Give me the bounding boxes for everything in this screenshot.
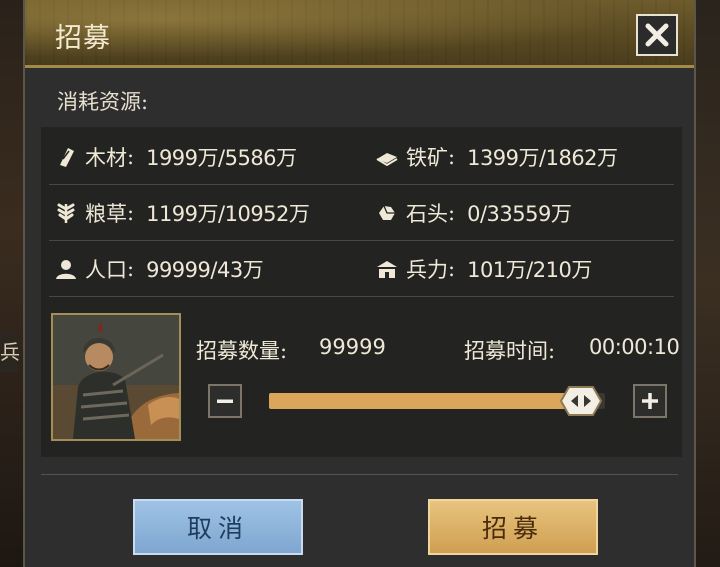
resource-colon: : [448, 201, 456, 225]
resource-colon: : [127, 145, 135, 169]
backdrop-label: 兵 [0, 332, 20, 372]
recruit-dialog: 招募 消耗资源: 木材: 1999万/5586万 铁矿: 1399万/1862万 [23, 0, 696, 567]
resource-iron: 铁矿: 1399万/1862万 [374, 129, 618, 185]
resource-row: 木材: 1999万/5586万 铁矿: 1399万/1862万 [41, 129, 682, 185]
recruit-count-value: 99999 [319, 335, 386, 359]
resource-row: 人口: 99999/43万 兵力: 101万/210万 [41, 241, 682, 297]
resource-value: 101万/210万 [467, 258, 592, 282]
resource-name: 粮草 [85, 202, 127, 226]
resource-colon: : [127, 257, 135, 281]
close-button[interactable] [636, 14, 678, 56]
resource-colon: : [127, 201, 135, 225]
minus-icon [217, 399, 233, 403]
resource-name: 木材 [85, 146, 127, 170]
slider-handle[interactable] [559, 384, 603, 418]
increase-button[interactable] [633, 384, 667, 418]
resource-colon: : [448, 257, 456, 281]
resource-panel: 木材: 1999万/5586万 铁矿: 1399万/1862万 粮草: 1199… [41, 127, 682, 457]
stone-icon [374, 200, 400, 226]
resource-colon: : [448, 145, 456, 169]
resource-name: 兵力 [406, 258, 448, 282]
grain-icon [53, 200, 79, 226]
resource-value: 99999/43万 [146, 258, 264, 282]
resource-name: 人口 [85, 258, 127, 282]
footer-divider [41, 474, 678, 475]
soldier-portrait [51, 313, 181, 441]
iron-ore-icon [374, 144, 400, 170]
resource-stone: 石头: 0/33559万 [374, 185, 572, 241]
close-icon [645, 23, 669, 47]
wood-icon [53, 144, 79, 170]
plus-icon [642, 393, 658, 409]
resource-value: 1399万/1862万 [467, 146, 618, 170]
resource-wood: 木材: 1999万/5586万 [53, 129, 297, 185]
resource-population: 人口: 99999/43万 [53, 241, 264, 297]
drag-arrows-icon [559, 386, 603, 416]
recruit-time-label: 招募时间: [464, 339, 556, 363]
dialog-titlebar: 招募 [25, 0, 694, 68]
cancel-button[interactable]: 取消 [133, 499, 303, 555]
resource-row: 粮草: 1199万/10952万 石头: 0/33559万 [41, 185, 682, 241]
row-divider [49, 296, 674, 297]
decrease-button[interactable] [208, 384, 242, 418]
slider-fill [269, 393, 581, 409]
resource-grain: 粮草: 1199万/10952万 [53, 185, 310, 241]
resource-value: 0/33559万 [467, 202, 572, 226]
resource-troops: 兵力: 101万/210万 [374, 241, 592, 297]
recruit-count-label: 招募数量: [196, 339, 288, 363]
quantity-slider[interactable] [269, 393, 605, 409]
resource-name: 铁矿 [406, 146, 448, 170]
resource-cost-label: 消耗资源: [57, 90, 149, 114]
troops-icon [374, 256, 400, 282]
resource-value: 1199万/10952万 [146, 202, 310, 226]
resource-name: 石头 [406, 202, 448, 226]
population-icon [53, 256, 79, 282]
dialog-title: 招募 [55, 23, 111, 54]
recruit-confirm-button[interactable]: 招募 [428, 499, 598, 555]
resource-value: 1999万/5586万 [146, 146, 297, 170]
recruit-time-value: 00:00:10 [589, 335, 680, 359]
